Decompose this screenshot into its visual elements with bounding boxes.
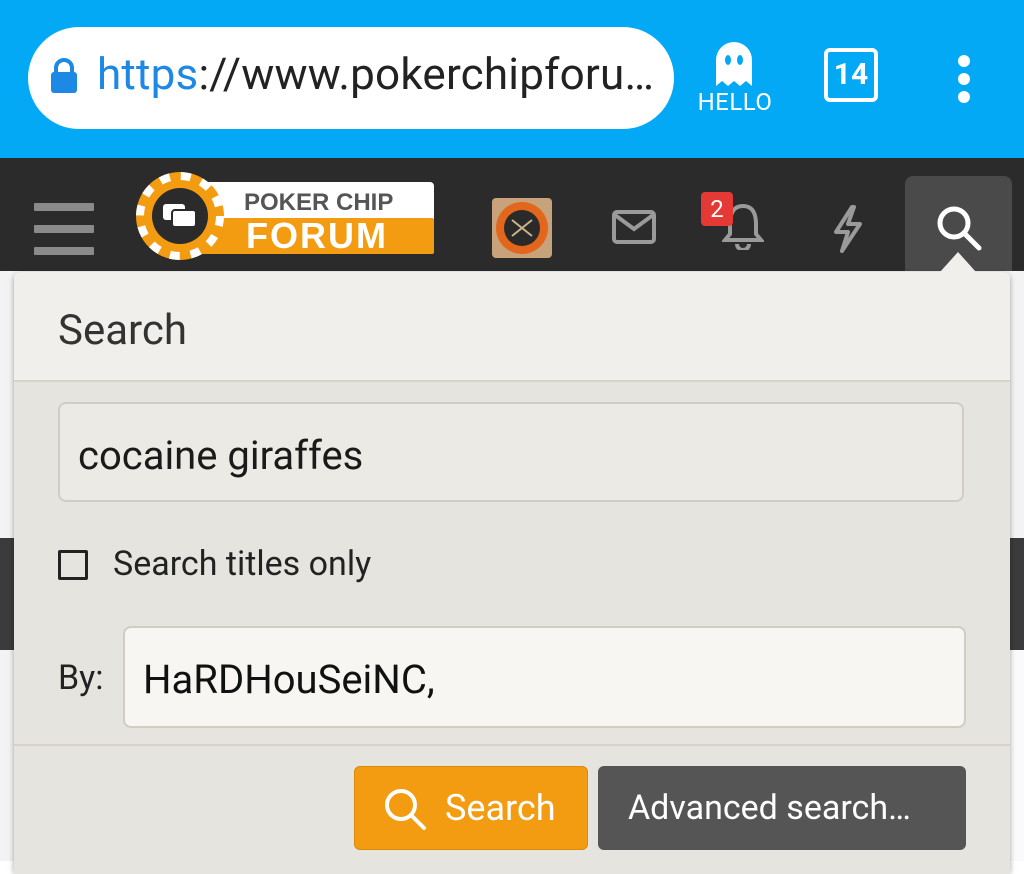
titles-only-label[interactable]: Search titles only — [113, 544, 371, 584]
search-panel-title: Search — [58, 306, 188, 355]
site-logo[interactable]: POKER CHIP FORUM — [134, 170, 436, 260]
search-input-value: cocaine giraffes — [78, 432, 364, 479]
menu-icon[interactable] — [34, 203, 94, 255]
search-dropdown: Search cocaine giraffes Search titles on… — [14, 272, 1010, 874]
search-button[interactable]: Search — [354, 766, 588, 850]
tab-count-button[interactable]: 14 — [824, 48, 878, 102]
lock-icon — [51, 58, 77, 93]
ghost-icon[interactable] — [712, 40, 756, 88]
dropdown-pointer — [940, 252, 976, 272]
envelope-icon[interactable] — [612, 210, 656, 244]
member-input-value: HaRDHouSeiNC, — [143, 656, 435, 703]
advanced-search-button[interactable]: Advanced search… — [598, 766, 966, 850]
user-avatar[interactable] — [492, 198, 552, 258]
alerts-badge: 2 — [701, 192, 733, 226]
search-icon — [385, 789, 426, 830]
advanced-search-label: Advanced search… — [628, 788, 911, 828]
search-input[interactable]: cocaine giraffes — [58, 402, 964, 502]
svg-text:FORUM: FORUM — [246, 215, 388, 256]
titles-only-checkbox[interactable] — [58, 550, 88, 580]
browser-toolbar: https://www.pokerchipforu… HELLO 14 — [0, 0, 1024, 158]
svg-text:POKER CHIP: POKER CHIP — [244, 189, 393, 216]
by-label: By: — [58, 658, 104, 698]
search-panel-header: Search — [14, 272, 1010, 382]
site-header: POKER CHIP FORUM 2 — [0, 158, 1024, 271]
search-panel-footer: Search Advanced search… — [14, 744, 1010, 874]
ghost-label: HELLO — [697, 88, 773, 116]
search-button-label: Search — [445, 787, 556, 829]
more-options-icon[interactable] — [955, 55, 973, 105]
url-text: https://www.pokerchipforu… — [97, 48, 655, 100]
bolt-icon[interactable] — [830, 204, 866, 254]
search-icon — [937, 206, 982, 251]
member-input[interactable]: HaRDHouSeiNC, — [123, 626, 966, 728]
page-light-band — [1010, 650, 1024, 861]
